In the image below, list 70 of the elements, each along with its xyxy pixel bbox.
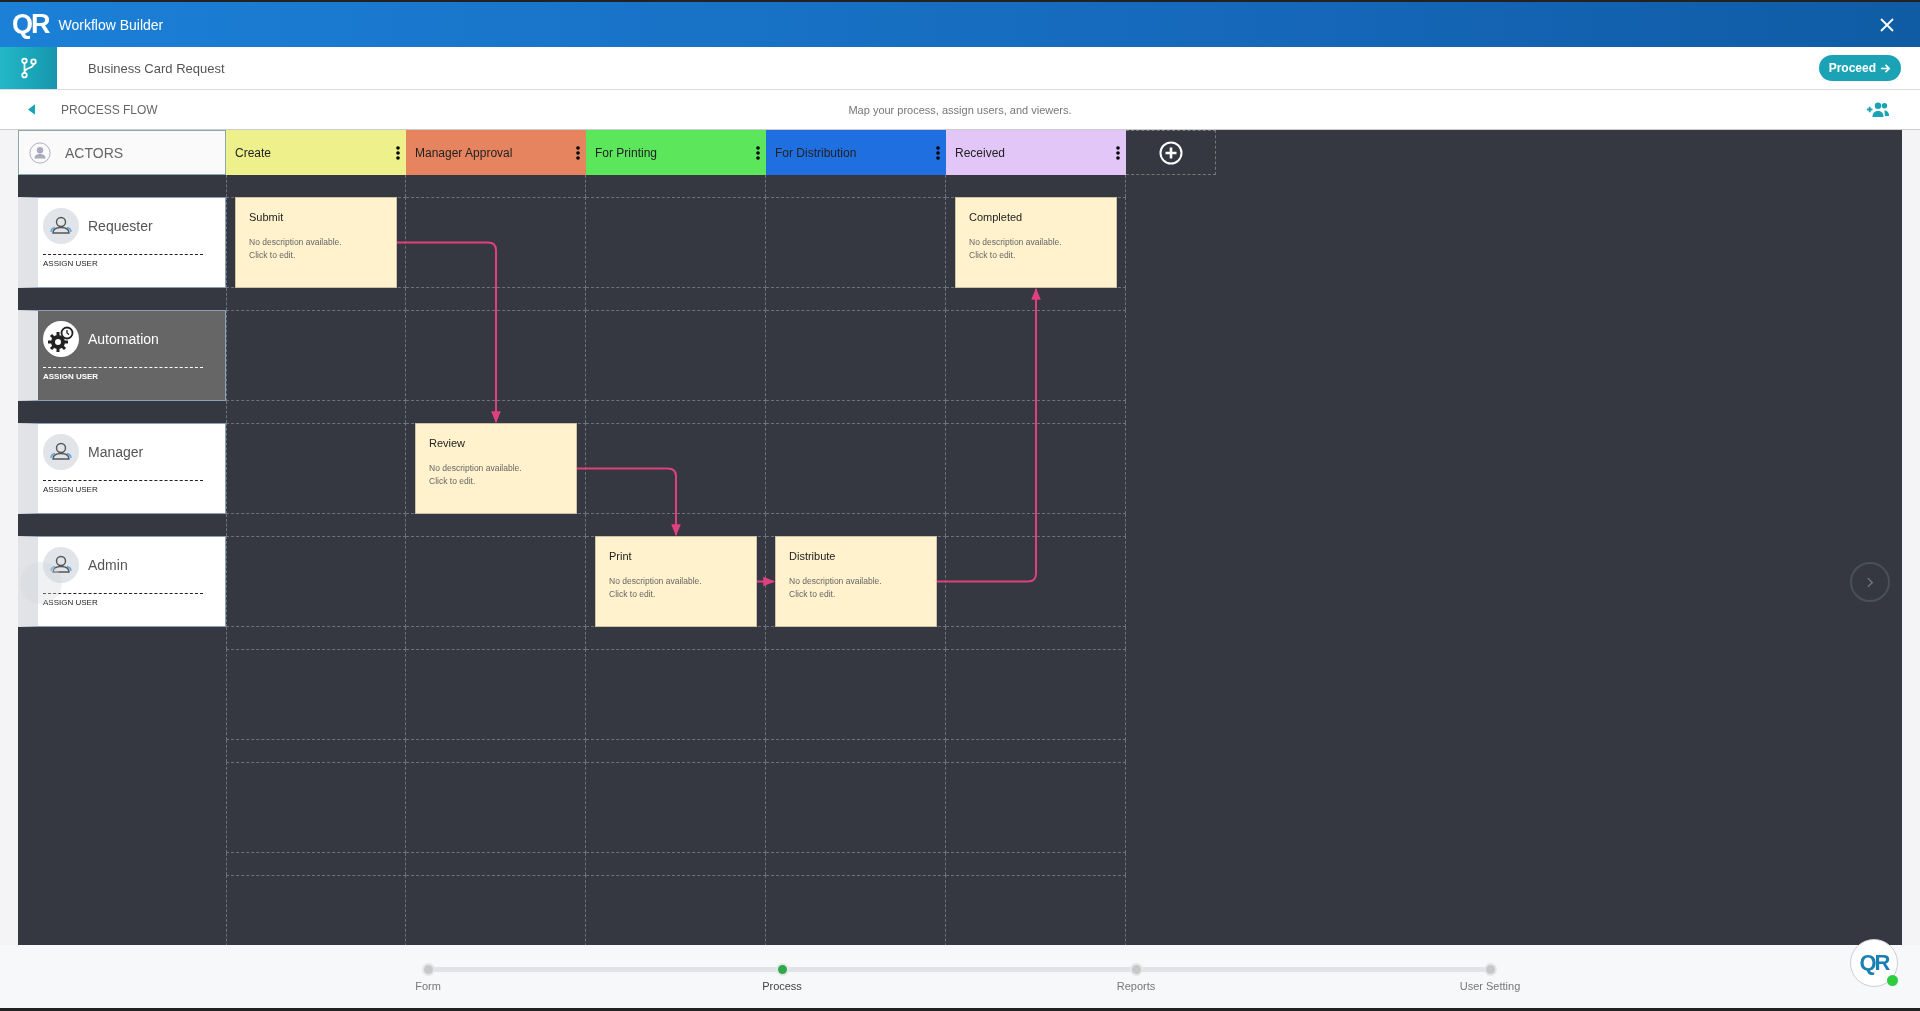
assign-user-link[interactable]: ASSIGN USER (43, 598, 98, 607)
profile-logo[interactable]: QR (1850, 939, 1898, 987)
actor-card[interactable]: Manager ASSIGN USER (18, 423, 226, 514)
user-icon (29, 141, 51, 164)
logo: QR (12, 9, 49, 40)
gear-clock-icon (43, 321, 79, 357)
step-description: No description available. Click to edit. (429, 462, 523, 489)
actor-card[interactable]: Requester ASSIGN USER (18, 197, 226, 288)
hint-text: Map your process, assign users, and viewers. (848, 103, 1072, 116)
stage-header[interactable]: Create (226, 130, 406, 175)
actor-name: Requester (88, 218, 153, 234)
add-users-icon[interactable] (1866, 101, 1890, 118)
step-card[interactable]: Completed No description available. Click to edit. (955, 197, 1117, 288)
step-dot[interactable] (421, 963, 435, 976)
branch-icon (19, 57, 38, 79)
section-title: PROCESS FLOW (61, 102, 158, 117)
more-icon[interactable] (396, 145, 400, 160)
people-icon (43, 434, 79, 470)
step-title: Print (609, 550, 633, 562)
actor-card[interactable]: Admin ASSIGN USER (18, 536, 226, 627)
more-icon[interactable] (576, 145, 580, 160)
stage-name: Manager Approval (415, 145, 513, 160)
stage-header[interactable]: Received (946, 130, 1126, 175)
stage-name: For Distribution (775, 145, 857, 160)
step-title: Completed (969, 211, 1024, 223)
assign-user-link[interactable]: ASSIGN USER (43, 259, 98, 268)
step-card[interactable]: Print No description available. Click to edit. (595, 536, 757, 627)
step-title: Submit (249, 211, 285, 223)
step-card[interactable]: Distribute No description available. Click to edit. (775, 536, 937, 627)
back-icon[interactable] (28, 104, 35, 115)
nav-step-label[interactable]: Reports (1116, 980, 1156, 992)
status-dot-icon (1887, 975, 1898, 986)
actor-name: Admin (88, 557, 128, 573)
step-description: No description available. Click to edit. (609, 575, 703, 602)
step-card[interactable]: Review No description available. Click to edit. (415, 423, 577, 514)
actor-name: Manager (88, 444, 144, 460)
actor-name: Automation (88, 331, 159, 347)
actor-card[interactable]: Automation ASSIGN USER (18, 310, 226, 401)
step-description: No description available. Click to edit. (969, 236, 1063, 263)
assign-user-link[interactable]: ASSIGN USER (43, 372, 99, 381)
stage-name: Create (235, 145, 272, 160)
stage-name: For Printing (595, 145, 658, 160)
close-icon[interactable] (1880, 17, 1894, 32)
step-title: Distribute (789, 550, 837, 562)
nav-step-label[interactable]: Process (762, 980, 802, 992)
more-icon[interactable] (1116, 145, 1120, 160)
assign-user-link[interactable]: ASSIGN USER (43, 485, 98, 494)
stage-header[interactable]: Manager Approval (406, 130, 586, 175)
stage-name: Received (955, 145, 1006, 160)
step-card[interactable]: Submit No description available. Click to edit. (235, 197, 397, 288)
add-icon[interactable] (1158, 140, 1183, 165)
step-dot[interactable] (1483, 963, 1497, 976)
step-description: No description available. Click to edit. (789, 575, 883, 602)
step-dot[interactable] (1129, 963, 1143, 976)
nav-step-label[interactable]: Form (415, 980, 441, 992)
more-icon[interactable] (756, 145, 760, 160)
step-dot[interactable] (775, 963, 789, 976)
people-icon (43, 208, 79, 244)
window-title: Workflow Builder (58, 16, 164, 33)
people-icon (43, 547, 79, 583)
step-title: Review (429, 437, 467, 449)
workflow-tab[interactable] (0, 47, 57, 89)
chevron-icon (1866, 576, 1874, 588)
arrow-icon (1880, 62, 1891, 74)
connector-arrow (756, 576, 776, 587)
actors-label: ACTORS (65, 144, 124, 161)
request-title: Business Card Request (88, 60, 225, 76)
stage-header[interactable]: For Printing (586, 130, 766, 175)
step-description: No description available. Click to edit. (249, 236, 343, 263)
nav-step-label[interactable]: User Setting (1459, 980, 1521, 992)
